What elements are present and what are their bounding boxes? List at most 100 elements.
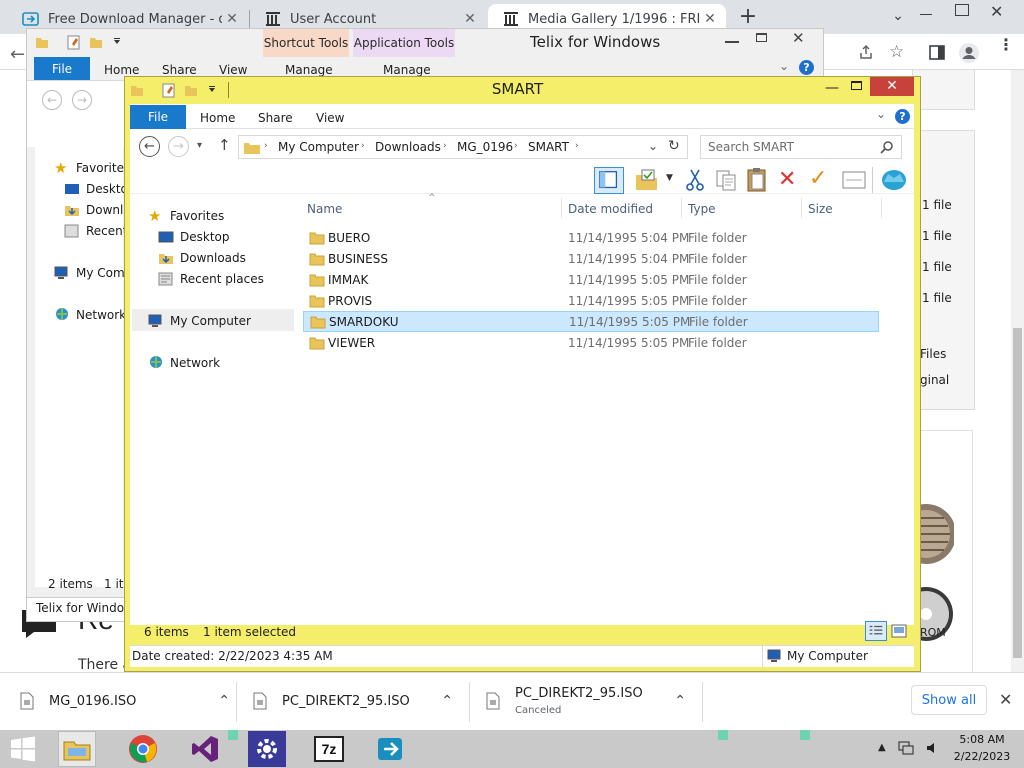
smart-nav-recent-places[interactable]: Recent places [158,268,264,289]
download-item-canceled[interactable]: PC_DIREKT2_95.ISO Canceled ⌃ [486,682,686,720]
telix-close-icon[interactable]: ✕ [792,29,805,47]
bookmark-star-icon[interactable]: ☆ [889,42,904,62]
smart-maximize-icon[interactable] [851,81,862,90]
page-scrollbar-thumb[interactable] [1013,328,1022,658]
smart-home-tab[interactable]: Home [200,111,235,125]
start-button[interactable] [4,731,42,767]
recent-locations-icon[interactable]: ▾ [197,140,202,151]
column-divider[interactable] [561,198,562,218]
telix-share-tab[interactable]: Share [162,63,197,77]
taskbar-settings[interactable] [248,731,286,767]
tab-close-icon[interactable]: ✕ [222,11,242,27]
taskbar-fdm[interactable] [372,731,410,767]
properties-folder-icon[interactable] [634,168,660,192]
show-all-button[interactable]: Show all [911,685,987,715]
download-item[interactable]: PC_DIREKT2_95.ISO ⌃ [253,682,453,720]
refresh-icon[interactable]: ↻ [668,138,680,154]
column-header-type[interactable]: Type [688,202,716,216]
smart-nav-my-computer[interactable]: My Computer [148,310,251,331]
column-header-size[interactable]: Size [808,202,833,216]
share-icon[interactable] [858,44,874,60]
smart-view-tab[interactable]: View [316,111,344,125]
paste-icon[interactable] [745,167,769,193]
telix-nav-network[interactable]: Network [54,304,126,325]
tab-search-icon[interactable]: ⌄ [888,8,908,26]
file-row[interactable]: SMARDOKU 11/14/1995 5:05 PM File folder [303,311,879,332]
telix-help-icon[interactable]: ? [799,60,814,75]
search-icon[interactable] [880,140,894,154]
taskbar-7zip[interactable]: 7z [310,731,348,767]
breadcrumb-downloads[interactable]: Downloads [375,140,441,154]
download-options-chevron-icon[interactable]: ⌃ [441,693,453,709]
tray-expand-icon[interactable]: ▲ [878,742,886,753]
download-item[interactable]: MG_0196.ISO ⌃ [20,682,230,720]
smart-help-icon[interactable]: ? [895,109,910,124]
column-divider[interactable] [881,198,882,218]
properties-dropdown-icon[interactable]: ▼ [666,173,673,183]
telix-nav-recent[interactable]: Recent [64,220,127,241]
column-header-name[interactable]: Name [307,202,342,216]
column-divider[interactable] [681,198,682,218]
column-divider[interactable] [801,198,802,218]
file-row[interactable]: IMMAK 11/14/1995 5:05 PM File folder [303,269,879,290]
network-tray-icon[interactable] [898,740,914,756]
telix-manage-tab[interactable]: Manage [383,63,431,77]
download-options-chevron-icon[interactable]: ⌃ [218,693,230,709]
copy-icon[interactable] [714,168,738,192]
telix-forward-icon[interactable]: → [72,90,92,110]
file-row[interactable]: BUERO 11/14/1995 5:04 PM File folder [303,227,879,248]
up-arrow-icon[interactable]: ↑ [218,136,231,154]
side-panel-icon[interactable] [929,45,945,60]
smart-file-tab[interactable]: File [130,105,186,129]
browser-menu-icon[interactable]: ⋮ [998,37,1014,53]
smart-nav-desktop[interactable]: Desktop [158,226,230,247]
new-item-icon[interactable] [842,171,866,189]
file-row[interactable]: VIEWER 11/14/1995 5:05 PM File folder [303,332,879,353]
telix-nav-computer[interactable]: My Com [54,262,125,283]
breadcrumb-smart[interactable]: SMART [528,140,569,154]
smart-nav-network[interactable]: Network [148,352,220,373]
telix-maximize-icon[interactable] [756,33,767,42]
telix-ribbon-expand-icon[interactable]: ⌄ [779,59,789,73]
delete-icon[interactable]: ✕ [778,167,796,192]
cut-icon[interactable] [684,168,706,192]
new-tab-button[interactable]: + [736,4,760,30]
back-arrow-icon[interactable]: ← [10,44,25,65]
smart-minimize-icon[interactable]: — [825,80,839,96]
telix-nav-favorites[interactable]: ★ Favorites [54,157,130,178]
shell-icon[interactable] [880,166,908,192]
preview-pane-button[interactable] [594,167,624,194]
smart-share-tab[interactable]: Share [258,111,293,125]
clock-date[interactable]: 2/22/2023 [952,750,1012,763]
breadcrumb-my-computer[interactable]: My Computer [278,140,359,154]
smart-nav-favorites[interactable]: ★ Favorites [148,205,224,226]
telix-view-tab[interactable]: View [219,63,247,77]
rename-check-icon[interactable]: ✓ [809,166,827,191]
close-download-bar-icon[interactable]: ✕ [999,690,1012,709]
smart-back-icon[interactable]: ← [139,136,160,157]
window-restore-icon[interactable] [955,4,969,16]
volume-icon[interactable] [926,741,940,755]
telix-back-icon[interactable]: ← [42,90,62,110]
address-dropdown-icon[interactable]: ⌄ [648,139,658,153]
file-row[interactable]: PROVIS 11/14/1995 5:05 PM File folder [303,290,879,311]
window-minimize-icon[interactable] [916,8,936,22]
clock-time[interactable]: 5:08 AM [952,733,1012,746]
tab-close-icon[interactable]: ✕ [460,11,480,27]
smart-ribbon-expand-icon[interactable]: ⌄ [876,107,886,121]
smart-nav-downloads[interactable]: Downloads [158,247,246,268]
taskbar-chrome[interactable] [124,731,162,767]
column-header-date[interactable]: Date modified [568,202,653,216]
media-thumbnail-icon[interactable] [918,500,954,566]
telix-minimize-icon[interactable] [725,41,739,43]
taskbar-file-explorer[interactable] [58,731,96,767]
telix-file-tab[interactable]: File [34,57,90,80]
download-options-chevron-icon[interactable]: ⌃ [674,693,686,709]
details-view-button[interactable] [865,621,887,641]
smart-forward-icon[interactable]: → [168,136,189,157]
breadcrumb-mg0196[interactable]: MG_0196 [457,140,513,154]
taskbar-visual-studio[interactable] [186,731,224,767]
large-icons-view-icon[interactable] [891,624,907,638]
telix-home-tab[interactable]: Home [104,63,139,77]
tab-close-icon[interactable]: ✕ [700,11,720,27]
